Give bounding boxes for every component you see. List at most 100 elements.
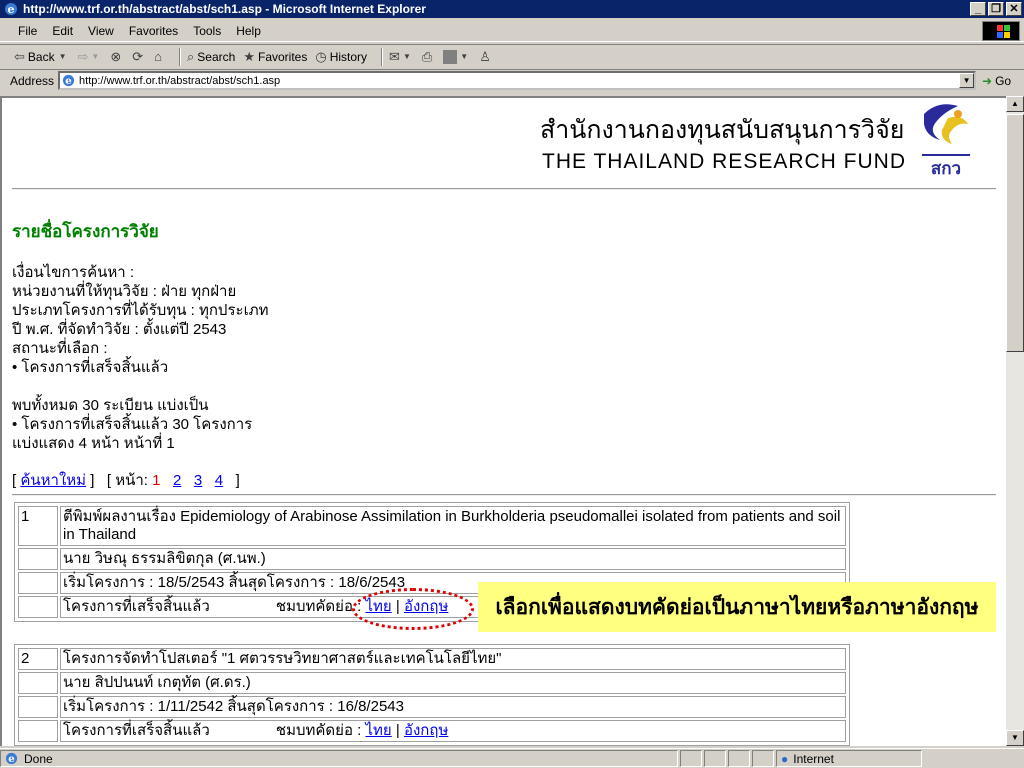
search-button[interactable]: ⌕ Search [187, 49, 235, 65]
history-button[interactable]: ◷ History [315, 49, 367, 65]
menu-favorites[interactable]: Favorites [129, 24, 178, 38]
print-icon: ⎙ [421, 48, 433, 64]
windows-logo-icon [982, 21, 1020, 41]
messenger-button[interactable]: ♙ [479, 49, 494, 65]
edit-button[interactable]: ▼ [443, 49, 471, 64]
back-button[interactable]: ⇦ Back ▼ [14, 49, 70, 65]
status-bar: e Done ● Internet [0, 748, 1024, 768]
address-label: Address [10, 73, 55, 88]
go-label: Go [995, 73, 1012, 88]
globe-icon: ● [781, 751, 789, 766]
pager-link-3[interactable]: 3 [194, 472, 202, 489]
browser-window: e http://www.trf.or.th/abstract/abst/sch… [0, 0, 1024, 768]
menu-help[interactable]: Help [236, 24, 261, 38]
status-cell [704, 750, 726, 767]
go-button[interactable]: ➜ Go [982, 74, 1011, 88]
page-done-icon: e [5, 752, 18, 765]
window-title: http://www.trf.or.th/abstract/abst/sch1.… [23, 2, 426, 16]
favorites-button[interactable]: ★ Favorites [243, 49, 307, 65]
menu-bar: File Edit View Favorites Tools Help [0, 20, 1024, 42]
record-researcher: นาย สิปปนนท์ เกตุทัต (ศ.ดร.) [60, 672, 846, 694]
pager-link-4[interactable]: 4 [215, 472, 223, 489]
page-title: รายชื่อโครงการวิจัย [12, 222, 159, 241]
forward-button[interactable]: ⇨ ▼ [78, 49, 103, 65]
status-cell [680, 750, 702, 767]
menu-view[interactable]: View [88, 24, 114, 38]
search-icon: ⌕ [187, 48, 195, 64]
record-researcher: นาย วิษณุ ธรรมลิขิตกุล (ศ.นพ.) [60, 548, 846, 570]
record-status: โครงการที่เสร็จสิ้นแล้ว [63, 598, 210, 615]
abstract-label: ชมบทคัดย่อ : [275, 722, 362, 739]
abstract-label: ชมบทคัดย่อ : [275, 598, 362, 615]
address-input[interactable]: e http://www.trf.or.th/abstract/abst/sch… [58, 71, 977, 90]
header-divider [12, 188, 996, 190]
vertical-scrollbar[interactable]: ▲ ▼ [1006, 96, 1024, 746]
messenger-icon: ♙ [479, 48, 491, 64]
abstract-english-link[interactable]: อังกฤษ [404, 722, 448, 739]
ie-icon: e [5, 3, 17, 16]
chevron-down-icon: ▼ [58, 52, 67, 61]
status-cell [728, 750, 750, 767]
pager: [ ค้นหาใหม่ ] [ หน้า: 1 2 3 4 ] [12, 472, 240, 489]
pager-link-2[interactable]: 2 [173, 472, 181, 489]
record-dates: เริ่มโครงการ : 1/11/2542 สิ้นสุดโครงการ … [60, 696, 846, 718]
edit-icon [443, 49, 458, 64]
status-done-cell: e Done [0, 750, 678, 767]
new-search-link[interactable]: ค้นหาใหม่ [20, 472, 86, 489]
maximize-button[interactable]: ❐ [988, 2, 1004, 16]
menu-edit[interactable]: Edit [52, 24, 73, 38]
minimize-button[interactable]: _ [970, 2, 986, 16]
refresh-icon: ⟳ [132, 48, 144, 64]
status-cell [752, 750, 774, 767]
security-zone: ● Internet [776, 750, 922, 767]
home-icon: ⌂ [154, 49, 163, 64]
highlight-oval [352, 588, 474, 630]
chevron-down-icon: ▼ [91, 52, 100, 61]
page-content: สำนักงานกองทุนสนับสนุนการวิจัย THE THAIL… [0, 96, 1006, 746]
print-button[interactable]: ⎙ [422, 49, 435, 65]
pager-current: 1 [152, 472, 161, 489]
home-button[interactable]: ⌂ [154, 49, 165, 64]
history-icon: ◷ [315, 48, 327, 64]
record-title: ตีพิมพ์ผลงานเรื่อง Epidemiology of Arabi… [60, 506, 846, 546]
chevron-down-icon: ▼ [402, 52, 411, 61]
address-bar: Address e http://www.trf.or.th/abstract/… [0, 69, 1024, 91]
stop-icon: ⊗ [110, 48, 122, 64]
abstract-thai-link[interactable]: ไทย [365, 722, 391, 739]
org-name-english: THE THAILAND RESEARCH FUND [542, 150, 906, 173]
scroll-up-icon[interactable]: ▲ [1006, 96, 1024, 112]
stop-button[interactable]: ⊗ [110, 49, 124, 65]
history-label: History [329, 49, 368, 64]
favorites-label: Favorites [257, 49, 308, 64]
menu-tools[interactable]: Tools [193, 24, 221, 38]
address-url: http://www.trf.or.th/abstract/abst/sch1.… [79, 74, 281, 87]
search-label: Search [197, 49, 236, 64]
favorites-icon: ★ [243, 48, 255, 64]
results-line: แบ่งแสดง 4 หน้า หน้าที่ 1 [12, 435, 175, 452]
toolbar-separator [381, 47, 384, 66]
toolbar-separator [179, 47, 182, 66]
svg-text:e: e [65, 75, 72, 87]
scroll-thumb[interactable] [1006, 114, 1024, 352]
abstract-links: ชมบทคัดย่อ : ไทย | อังกฤษ [275, 722, 449, 739]
annotation-callout: เลือกเพื่อแสดงบทคัดย่อเป็นภาษาไทยหรือภาษ… [478, 582, 996, 632]
pager-label: หน้า: [115, 472, 148, 489]
record-status: โครงการที่เสร็จสิ้นแล้ว [63, 722, 210, 739]
back-label: Back [27, 49, 55, 64]
menu-file[interactable]: File [18, 24, 37, 38]
results-divider [12, 494, 996, 496]
org-name-thai: สำนักงานกองทุนสนับสนุนการวิจัย [540, 115, 905, 144]
refresh-button[interactable]: ⟳ [132, 49, 146, 65]
forward-arrow-icon: ⇨ [77, 48, 89, 64]
mail-button[interactable]: ✉ ▼ [389, 49, 414, 65]
svg-text:e: e [8, 753, 15, 765]
back-arrow-icon: ⇦ [14, 48, 25, 64]
record-title: โครงการจัดทำโปสเตอร์ "1 ศตวรรษวิทยาศาสตร… [60, 648, 846, 670]
scroll-down-icon[interactable]: ▼ [1006, 730, 1024, 746]
close-button[interactable]: ✕ [1006, 2, 1022, 16]
address-dropdown-icon[interactable]: ▼ [959, 73, 975, 88]
record-number: 1 [18, 506, 58, 546]
zone-label: Internet [793, 751, 834, 766]
toolbar: ⇦ Back ▼ ⇨ ▼ ⊗ ⟳ ⌂ ⌕ Search ★ Favorites … [0, 44, 1024, 68]
logo-text: สกว [931, 159, 961, 179]
